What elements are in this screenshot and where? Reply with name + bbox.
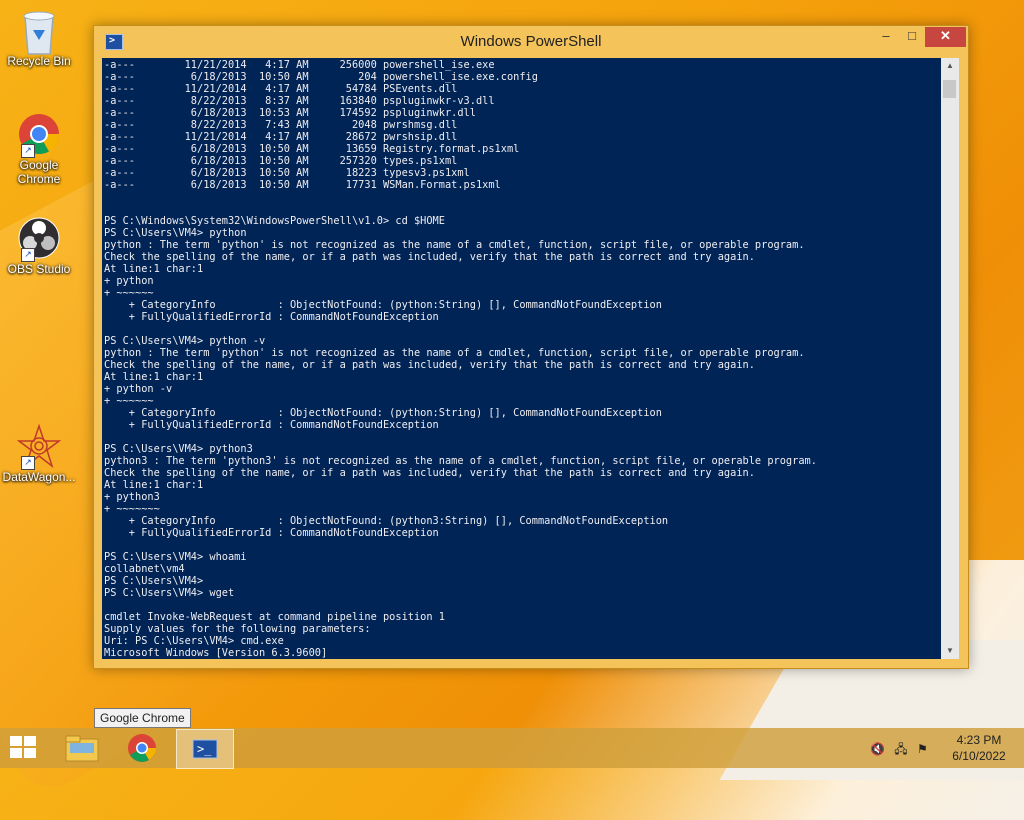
console-line: + CategoryInfo : ObjectNotFound: (python… bbox=[128, 515, 669, 527]
console-line: PS C:\Windows\System32\WindowsPowerShell… bbox=[104, 215, 445, 227]
recycle-bin-icon bbox=[17, 8, 61, 55]
desktop-icon-label: Google Chrome bbox=[17, 158, 61, 186]
console-text: -a--- 11/21/2014 4:17 AM 256000 powershe… bbox=[102, 58, 941, 659]
chrome-icon bbox=[128, 734, 156, 762]
console-line: + ~~~~~~~ bbox=[104, 503, 160, 515]
console-line: + ~~~~~~ bbox=[104, 287, 154, 299]
powershell-window[interactable]: Windows PowerShell – □ ✕ -a--- 11/21/201… bbox=[93, 25, 969, 669]
datawagon-icon: ↗ bbox=[16, 423, 62, 470]
taskbar-tooltip: Google Chrome bbox=[94, 708, 191, 728]
console-line: -a--- 6/18/2013 10:50 AM 204 powershell_… bbox=[104, 71, 538, 83]
desktop-icon-google-chrome[interactable]: ↗ Google Chrome bbox=[0, 112, 78, 186]
scrollbar-thumb[interactable] bbox=[943, 80, 956, 98]
console-line: + CategoryInfo : ObjectNotFound: (python… bbox=[128, 299, 662, 311]
console-line: Microsoft Windows [Version 6.3.9600] bbox=[104, 647, 328, 659]
console-line: Supply values for the following paramete… bbox=[104, 623, 371, 635]
scroll-down-arrow-icon[interactable]: ▼ bbox=[941, 643, 959, 659]
volume-muted-icon[interactable]: 🔇 bbox=[870, 742, 885, 756]
minimize-button[interactable]: – bbox=[873, 27, 899, 47]
taskbar-google-chrome[interactable] bbox=[114, 729, 170, 767]
console-line: + FullyQualifiedErrorId : CommandNotFoun… bbox=[128, 419, 439, 431]
console-line: + CategoryInfo : ObjectNotFound: (python… bbox=[128, 407, 662, 419]
console-line: -a--- 11/21/2014 4:17 AM 256000 powershe… bbox=[104, 59, 495, 71]
console-line: cmdlet Invoke-WebRequest at command pipe… bbox=[104, 611, 445, 623]
console-line: + python3 bbox=[104, 491, 160, 503]
taskbar-clock[interactable]: 4:23 PM 6/10/2022 bbox=[944, 732, 1014, 764]
console-line: Uri: PS C:\Users\VM4> cmd.exe bbox=[104, 635, 284, 647]
window-title: Windows PowerShell bbox=[460, 33, 602, 50]
console-line: -a--- 11/21/2014 4:17 AM 54784 PSEvents.… bbox=[104, 83, 458, 95]
console-line: -a--- 6/18/2013 10:50 AM 17731 WSMan.For… bbox=[104, 179, 501, 191]
console-line: + python bbox=[104, 275, 154, 287]
clock-date: 6/10/2022 bbox=[952, 749, 1006, 763]
taskbar: >_ 🔇 🖧 ⚑ 4:23 PM 6/10/2022 bbox=[0, 728, 1024, 769]
powershell-icon: >_ bbox=[192, 739, 218, 759]
console-line: + python -v bbox=[104, 383, 173, 395]
console-line: PS C:\Users\VM4> python3 bbox=[104, 443, 253, 455]
console-line: At line:1 char:1 bbox=[104, 263, 204, 275]
console-line: -a--- 6/18/2013 10:50 AM 257320 types.ps… bbox=[104, 155, 458, 167]
obs-icon: ↗ bbox=[17, 216, 61, 262]
chrome-icon: ↗ bbox=[17, 112, 61, 158]
console-line: -a--- 6/18/2013 10:50 AM 13659 Registry.… bbox=[104, 143, 520, 155]
folder-icon bbox=[65, 735, 99, 762]
taskbar-file-explorer[interactable] bbox=[54, 729, 110, 767]
desktop-icon-obs-studio[interactable]: ↗ OBS Studio bbox=[0, 216, 78, 276]
console-line: PS C:\Users\VM4> bbox=[104, 575, 204, 587]
shortcut-arrow-icon: ↗ bbox=[21, 456, 35, 470]
desktop-icon-datawagon[interactable]: ↗ DataWagon... bbox=[0, 423, 78, 484]
console-line: python : The term 'python' is not recogn… bbox=[104, 239, 805, 251]
console-line: PS C:\Users\VM4> python -v bbox=[104, 335, 266, 347]
console-line: -a--- 8/22/2013 8:37 AM 163840 pspluginw… bbox=[104, 95, 495, 107]
clock-time: 4:23 PM bbox=[956, 733, 1002, 747]
console-line: At line:1 char:1 bbox=[104, 371, 204, 383]
console-line: + FullyQualifiedErrorId : CommandNotFoun… bbox=[128, 311, 439, 323]
console-line: + ~~~~~~ bbox=[104, 395, 154, 407]
network-icon[interactable]: 🖧 bbox=[894, 742, 907, 756]
console-line: Check the spelling of the name, or if a … bbox=[104, 359, 755, 371]
svg-text:>_: >_ bbox=[197, 742, 212, 756]
console-line: -a--- 8/22/2013 7:43 AM 2048 pwrshmsg.dl… bbox=[104, 119, 458, 131]
console-output[interactable]: -a--- 11/21/2014 4:17 AM 256000 powershe… bbox=[102, 58, 941, 659]
close-button[interactable]: ✕ bbox=[925, 27, 966, 47]
console-line: + FullyQualifiedErrorId : CommandNotFoun… bbox=[128, 527, 439, 539]
desktop-icon-label: OBS Studio bbox=[7, 262, 71, 276]
vertical-scrollbar[interactable]: ▲ ▼ bbox=[941, 58, 959, 659]
console-line: collabnet\vm4 bbox=[104, 563, 185, 575]
console-line: At line:1 char:1 bbox=[104, 479, 204, 491]
desktop-icon-label: Recycle Bin bbox=[7, 54, 71, 68]
shortcut-arrow-icon: ↗ bbox=[21, 144, 35, 158]
console-line: PS C:\Users\VM4> python bbox=[104, 227, 247, 239]
taskbar-windows-powershell[interactable]: >_ bbox=[176, 729, 234, 769]
action-center-icon[interactable]: ⚑ bbox=[917, 742, 928, 756]
console-line: PS C:\Users\VM4> wget bbox=[104, 587, 235, 599]
console-line: Check the spelling of the name, or if a … bbox=[104, 467, 755, 479]
desktop-icon-recycle-bin[interactable]: Recycle Bin bbox=[0, 8, 78, 68]
scroll-up-arrow-icon[interactable]: ▲ bbox=[941, 58, 959, 74]
shortcut-arrow-icon: ↗ bbox=[21, 248, 35, 262]
console-line: PS C:\Users\VM4> whoami bbox=[104, 551, 247, 563]
console-line: python3 : The term 'python3' is not reco… bbox=[104, 455, 817, 467]
desktop-icon-label: DataWagon... bbox=[2, 470, 76, 484]
maximize-button[interactable]: □ bbox=[899, 27, 925, 47]
console-line: python : The term 'python' is not recogn… bbox=[104, 347, 805, 359]
console-line: -a--- 11/21/2014 4:17 AM 28672 pwrshsip.… bbox=[104, 131, 458, 143]
system-tray: 🔇 🖧 ⚑ bbox=[870, 740, 928, 761]
console-line: Check the spelling of the name, or if a … bbox=[104, 251, 755, 263]
title-bar[interactable]: Windows PowerShell – □ ✕ bbox=[94, 26, 968, 57]
console-line: -a--- 6/18/2013 10:50 AM 18223 typesv3.p… bbox=[104, 167, 470, 179]
console-line: -a--- 6/18/2013 10:53 AM 174592 psplugin… bbox=[104, 107, 476, 119]
start-button[interactable] bbox=[10, 736, 38, 760]
